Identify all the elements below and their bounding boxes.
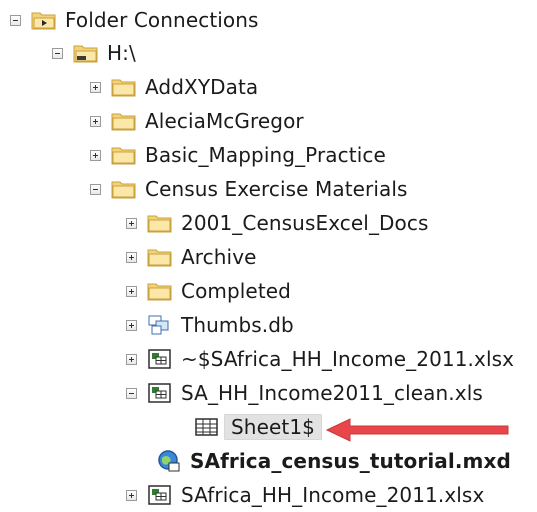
- tree-item-label: H:\: [107, 41, 136, 65]
- tree-item-safrica-census-tutorial-mxd[interactable]: SAfrica_census_tutorial.mxd: [156, 448, 511, 474]
- tree-item-label: 2001_CensusExcel_Docs: [181, 211, 429, 235]
- tree-item-label-selected: Sheet1$: [224, 414, 322, 440]
- tree-item-label: Completed: [181, 279, 291, 303]
- collapse-toggle[interactable]: [52, 47, 63, 59]
- tree-item-label: SAfrica_HH_Income_2011.xlsx: [181, 483, 485, 507]
- tree-item-sheet1[interactable]: Sheet1$: [194, 414, 322, 440]
- collapse-toggle[interactable]: [126, 387, 137, 399]
- tree-item-archive[interactable]: Archive: [126, 244, 257, 270]
- red-arrow-annotation: [326, 418, 509, 442]
- expand-toggle[interactable]: [126, 489, 137, 501]
- tree-item-label: AleciaMcGregor: [145, 109, 304, 133]
- folder-icon: [111, 76, 137, 98]
- tree-item-label: SAfrica_census_tutorial.mxd: [190, 449, 511, 473]
- database-icon: [147, 314, 173, 336]
- expand-toggle[interactable]: [126, 353, 137, 365]
- tree-item-addxydata[interactable]: AddXYData: [90, 74, 258, 100]
- expand-toggle[interactable]: [126, 251, 137, 263]
- expand-toggle[interactable]: [126, 285, 137, 297]
- folder-icon: [147, 246, 173, 268]
- tree-item-completed[interactable]: Completed: [126, 278, 291, 304]
- collapse-toggle[interactable]: [90, 183, 101, 195]
- expand-toggle[interactable]: [90, 149, 101, 161]
- tree-item-label: Folder Connections: [65, 8, 259, 32]
- tree-item-label: Basic_Mapping_Practice: [145, 143, 386, 167]
- folder-icon: [111, 144, 137, 166]
- table-icon: [194, 416, 220, 438]
- excel-workbook-icon: [147, 484, 173, 506]
- expand-toggle[interactable]: [90, 81, 101, 93]
- expand-toggle[interactable]: [90, 115, 101, 127]
- tree-item-census-exercise-materials[interactable]: Census Exercise Materials: [90, 176, 408, 202]
- tree-item-label: SA_HH_Income2011_clean.xls: [181, 381, 483, 405]
- tree-item-label: Census Exercise Materials: [145, 177, 408, 201]
- tree-item-label: ~$SAfrica_HH_Income_2011.xlsx: [181, 347, 515, 371]
- excel-workbook-icon: [147, 348, 173, 370]
- folder-icon: [111, 178, 137, 200]
- folder-icon: [147, 280, 173, 302]
- tree-item-folder-connections[interactable]: Folder Connections: [10, 7, 259, 33]
- tree-item-label: Thumbs.db: [181, 313, 294, 337]
- tree-item-label: Archive: [181, 245, 257, 269]
- tree-item-label: AddXYData: [145, 75, 259, 99]
- tree-item-basic-mapping-practice[interactable]: Basic_Mapping_Practice: [90, 142, 386, 168]
- tree-item-sa-hh-income2011-clean-xls[interactable]: SA_HH_Income2011_clean.xls: [126, 380, 483, 406]
- folder-connections-icon: [31, 9, 57, 31]
- tree-item-thumbs-db[interactable]: Thumbs.db: [126, 312, 294, 338]
- tree-item-2001-censusexcel-docs[interactable]: 2001_CensusExcel_Docs: [126, 210, 429, 236]
- tree-item-aleciamcgregor[interactable]: AleciaMcGregor: [90, 108, 304, 134]
- excel-workbook-icon: [147, 382, 173, 404]
- drive-folder-icon: [73, 42, 99, 64]
- catalog-tree: Folder Connections H:\ AddXYData AleciaM…: [0, 0, 537, 512]
- tree-item-temp-safrica-hh-income-xlsx[interactable]: ~$SAfrica_HH_Income_2011.xlsx: [126, 346, 514, 372]
- expand-toggle[interactable]: [126, 217, 137, 229]
- folder-icon: [111, 110, 137, 132]
- tree-item-h-drive[interactable]: H:\: [52, 40, 136, 66]
- folder-icon: [147, 212, 173, 234]
- collapse-toggle[interactable]: [10, 14, 21, 26]
- expand-toggle[interactable]: [126, 319, 137, 331]
- map-document-icon: [156, 450, 182, 472]
- tree-item-safrica-hh-income-2011-xlsx[interactable]: SAfrica_HH_Income_2011.xlsx: [126, 482, 484, 508]
